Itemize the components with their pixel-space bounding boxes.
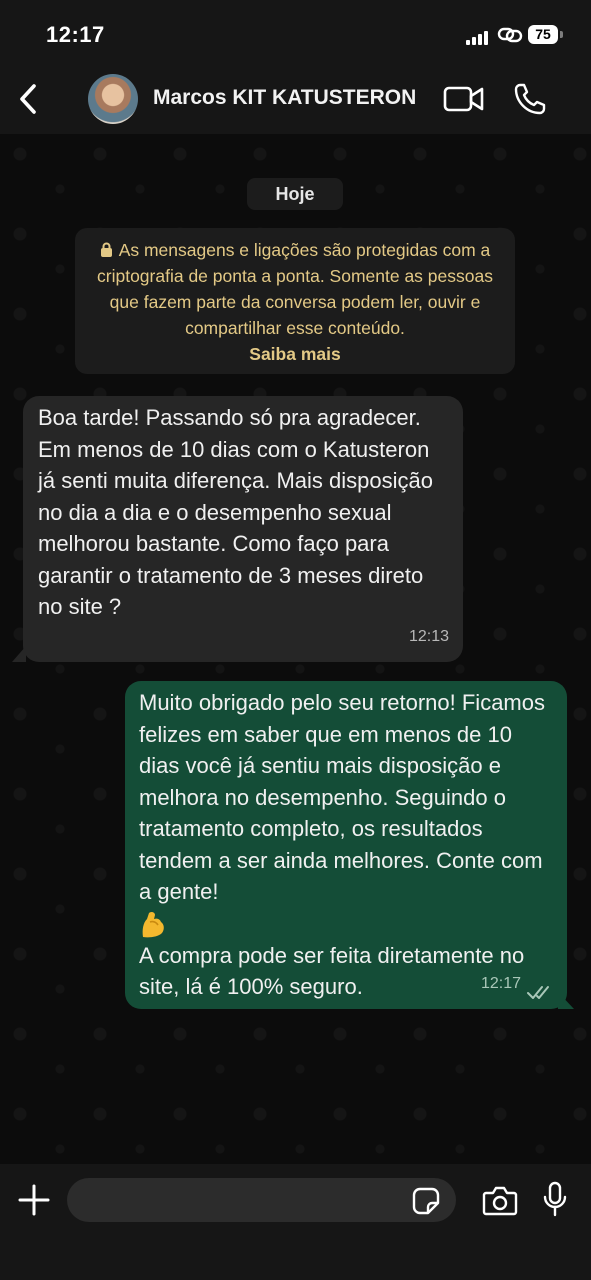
message-input[interactable]	[67, 1178, 456, 1222]
date-chip: Hoje	[247, 178, 343, 210]
status-bar: 12:17 75	[0, 0, 591, 62]
message-composer	[0, 1164, 591, 1280]
learn-more-link[interactable]: Saiba mais	[89, 341, 501, 367]
avatar[interactable]	[88, 74, 138, 124]
encryption-notice[interactable]: As mensagens e ligações são protegidas c…	[75, 228, 515, 374]
message-time: 12:17	[480, 974, 521, 992]
message-bubble-incoming[interactable]: Boa tarde! Passando só pra agradecer. Em…	[23, 396, 463, 662]
chat-header: Marcos KIT KATUSTERON	[0, 62, 591, 134]
flexed-biceps-emoji	[142, 911, 164, 937]
battery-tip	[560, 31, 563, 38]
microphone-icon[interactable]	[542, 1181, 568, 1219]
status-time: 12:17	[46, 22, 105, 47]
battery-icon: 75	[528, 25, 558, 44]
sticker-icon[interactable]	[412, 1187, 440, 1215]
camera-icon[interactable]	[482, 1185, 518, 1217]
message-bubble-outgoing[interactable]: Muito obrigado pelo seu retorno! Ficamos…	[125, 681, 567, 1009]
message-time: 12:13	[408, 627, 449, 645]
cellular-signal-icon	[466, 29, 490, 45]
plus-icon[interactable]	[17, 1183, 51, 1217]
lock-icon	[100, 242, 112, 257]
message-text: Muito obrigado pelo seu retorno! Ficamos…	[139, 690, 545, 904]
read-double-check-icon	[527, 986, 549, 999]
message-text: Boa tarde! Passando só pra agradecer. Em…	[38, 405, 433, 619]
chevron-left-icon[interactable]	[12, 80, 46, 118]
phone-icon[interactable]	[513, 82, 547, 116]
video-camera-icon[interactable]	[443, 84, 485, 114]
encryption-notice-text: As mensagens e ligações são protegidas c…	[97, 240, 493, 338]
personal-hotspot-icon	[497, 27, 523, 43]
contact-name[interactable]: Marcos KIT KATUSTERON	[153, 86, 416, 110]
chat-area[interactable]: Hoje As mensagens e ligações são protegi…	[0, 134, 591, 1164]
